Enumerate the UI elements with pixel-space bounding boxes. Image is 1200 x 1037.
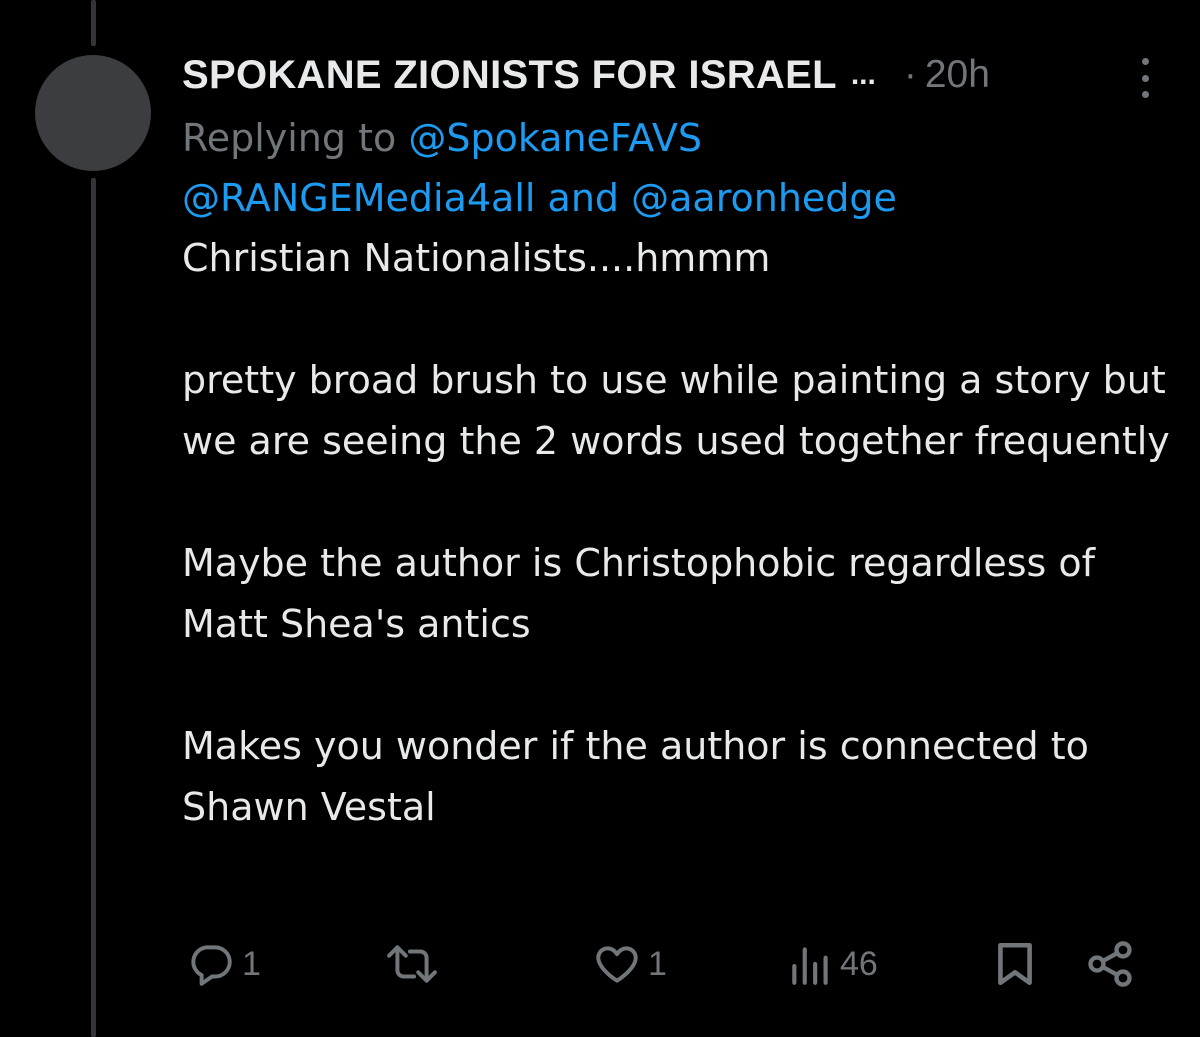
- tweet-header: SPOKANE ZIONISTS FOR ISRAEL ... · 20h: [182, 48, 1172, 102]
- tweet-paragraph: Christian Nationalists....hmmm: [182, 236, 771, 280]
- tweet-paragraph: pretty broad brush to use while painting…: [182, 358, 1170, 463]
- more-options-icon[interactable]: [1130, 58, 1160, 98]
- avatar[interactable]: [35, 55, 151, 171]
- separator-dot: ·: [903, 53, 917, 96]
- bookmark-button[interactable]: [990, 934, 1040, 994]
- action-bar: 1 1 46: [0, 934, 1200, 994]
- retweet-icon: [384, 939, 440, 989]
- more-dot: [1141, 58, 1149, 65]
- thread-line-bottom: [91, 178, 96, 1037]
- views-count: 46: [840, 944, 878, 983]
- views-button[interactable]: 46: [788, 934, 878, 994]
- reply-bubble-icon: [186, 939, 236, 989]
- more-dot: [1141, 74, 1149, 82]
- bookmark-icon: [990, 939, 1040, 989]
- thread-line-top: [91, 0, 96, 46]
- mention-aaronhedge[interactable]: @aaronhedge: [631, 176, 897, 220]
- tweet-paragraph: Maybe the author is Christophobic regard…: [182, 541, 1096, 646]
- tweet-text: Christian Nationalists....hmmm pretty br…: [182, 228, 1172, 838]
- reply-button[interactable]: 1: [186, 934, 261, 994]
- bar-chart-icon: [788, 939, 834, 989]
- replying-to: Replying to @SpokaneFAVS @RANGEMedia4all…: [182, 108, 1172, 228]
- mention-rangemedia4all[interactable]: @RANGEMedia4all: [182, 176, 535, 220]
- retweet-button[interactable]: [384, 934, 446, 994]
- mentions-joiner: and: [547, 176, 620, 220]
- more-dot: [1141, 91, 1149, 98]
- heart-icon: [592, 939, 642, 989]
- mention-spokanefavs[interactable]: @SpokaneFAVS: [408, 116, 702, 160]
- tweet-content: SPOKANE ZIONISTS FOR ISRAEL ... · 20h Re…: [182, 48, 1172, 838]
- timestamp[interactable]: 20h: [925, 53, 990, 97]
- like-count: 1: [648, 944, 667, 983]
- reply-count: 1: [242, 944, 261, 983]
- share-icon: [1084, 938, 1136, 990]
- display-name[interactable]: SPOKANE ZIONISTS FOR ISRAEL: [182, 53, 837, 98]
- name-truncation: ...: [850, 58, 876, 91]
- like-button[interactable]: 1: [592, 934, 667, 994]
- replying-prefix: Replying to: [182, 116, 397, 160]
- share-button[interactable]: [1084, 934, 1136, 994]
- tweet-paragraph: Makes you wonder if the author is connec…: [182, 724, 1089, 829]
